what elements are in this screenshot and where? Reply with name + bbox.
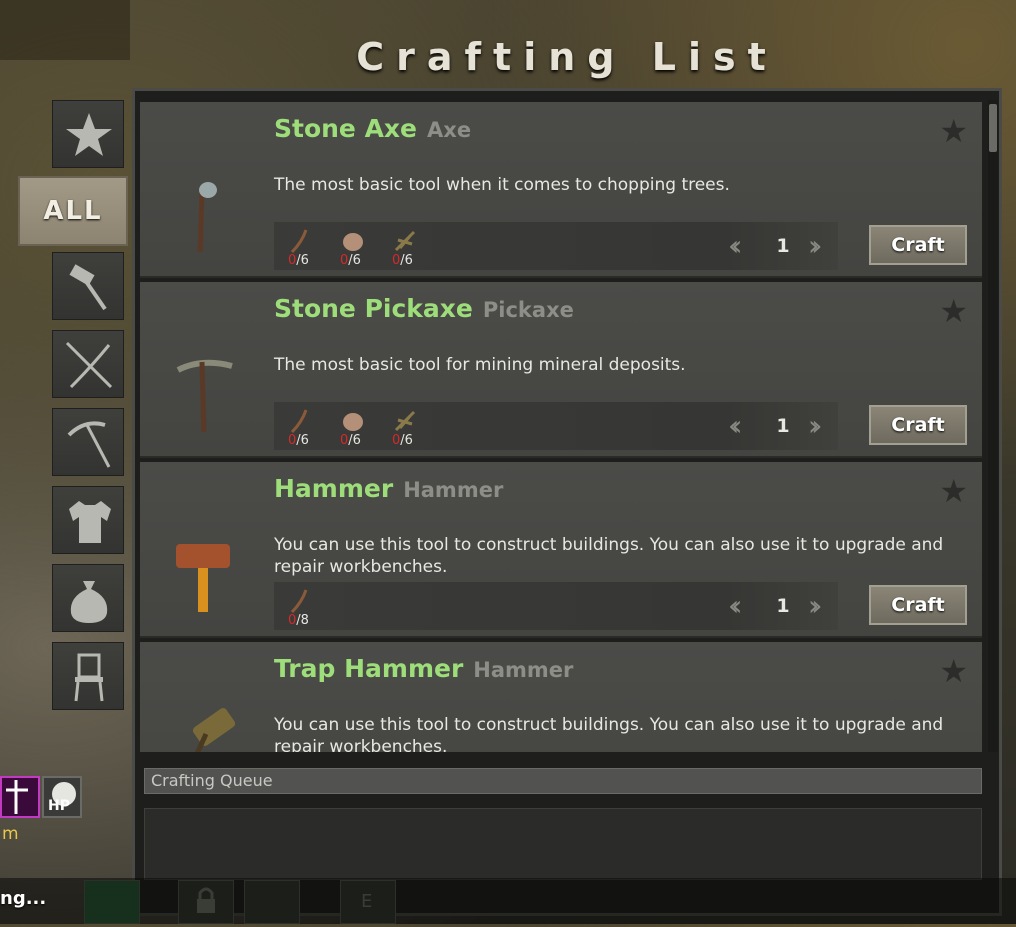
recipe-card-stone-axe[interactable]: Stone Axe Axe ★ The most basic tool when … [140, 102, 982, 278]
swords-icon [65, 341, 113, 389]
chair-icon [74, 653, 104, 702]
branch-icon [290, 409, 308, 434]
lock-icon [197, 887, 215, 913]
recipe-name: Hammer Hammer [274, 474, 504, 503]
material-need-count: /6 [296, 433, 309, 448]
background-scenery [0, 0, 130, 60]
star-icon [66, 113, 112, 156]
stone-pickaxe-icon [176, 359, 233, 432]
fiber-icon [394, 410, 416, 432]
recipe-card-hammer[interactable]: Hammer Hammer ★ You can use this tool to … [140, 462, 982, 638]
branch-icon [290, 589, 308, 614]
favorite-star-icon[interactable]: ★ [939, 472, 968, 510]
material-need-count: /8 [296, 613, 309, 628]
increase-quantity-icon[interactable]: ›› [808, 590, 823, 622]
category-furniture[interactable] [52, 642, 124, 710]
favorite-star-icon[interactable]: ★ [939, 652, 968, 690]
favorite-star-icon[interactable]: ★ [939, 112, 968, 150]
material-need-count: /6 [348, 253, 361, 268]
hotbar-slot[interactable]: E [340, 880, 396, 924]
hotbar-slot[interactable] [84, 880, 140, 924]
hammer-icon [69, 264, 107, 311]
hp-buff-icon: HP [42, 776, 82, 818]
requirements-bar: 0/8 ‹‹ 1 ›› [274, 582, 838, 630]
quantity-value: 1 [776, 415, 790, 437]
decrease-quantity-icon[interactable]: ‹‹ [728, 230, 743, 262]
recipe-card-trap-hammer[interactable]: Trap Hammer Hammer ★ You can use this too… [140, 642, 982, 752]
decrease-quantity-icon[interactable]: ‹‹ [728, 410, 743, 442]
slot-key-label: E [361, 891, 373, 912]
shirt-icon [69, 501, 111, 543]
craft-button[interactable]: Craft [869, 585, 967, 625]
material-fiber: 0/6 [386, 228, 426, 268]
buff-cross-icon [0, 776, 40, 818]
material-need-count: /6 [296, 253, 309, 268]
hotbar-slot-locked[interactable] [178, 880, 234, 924]
material-branch: 0/8 [282, 588, 322, 628]
increase-quantity-icon[interactable]: ›› [808, 410, 823, 442]
recipe-description: The most basic tool when it comes to cho… [274, 175, 730, 195]
recipe-type: Pickaxe [482, 298, 574, 322]
hotbar-slot[interactable] [244, 880, 300, 924]
crafting-queue-area [144, 808, 982, 880]
requirements-bar: 0/6 0/6 0/6 ‹‹ 1 ›› [274, 222, 838, 270]
craft-button[interactable]: Craft [869, 405, 967, 445]
stone-axe-icon [197, 182, 217, 252]
quantity-stepper: ‹‹ 1 ›› [728, 590, 830, 622]
recipe-name: Trap Hammer Hammer [274, 654, 574, 683]
hotbar [0, 878, 1016, 924]
category-storage[interactable] [52, 564, 124, 632]
recipe-card-stone-pickaxe[interactable]: Stone Pickaxe Pickaxe ★ The most basic to… [140, 282, 982, 458]
quantity-value: 1 [776, 235, 790, 257]
hp-label: HP [48, 798, 70, 814]
recipe-name: Stone Axe Axe [274, 114, 472, 143]
material-branch: 0/6 [282, 408, 322, 448]
branch-icon [290, 229, 308, 254]
fiber-icon [394, 230, 416, 252]
hammer-item-icon [176, 544, 230, 612]
loading-text: ng... [0, 888, 47, 909]
material-stone: 0/6 [334, 228, 374, 268]
trap-hammer-icon [192, 708, 236, 752]
category-all[interactable]: ALL [18, 176, 128, 246]
recipe-type: Hammer [403, 478, 504, 502]
quantity-stepper: ‹‹ 1 ›› [728, 230, 830, 262]
recipe-type: Axe [427, 118, 472, 142]
pickaxe-icon [67, 421, 111, 468]
requirements-bar: 0/6 0/6 0/6 ‹‹ 1 ›› [274, 402, 838, 450]
quantity-stepper: ‹‹ 1 ›› [728, 410, 830, 442]
recipe-description: You can use this tool to construct build… [274, 535, 944, 577]
category-tools[interactable] [52, 252, 124, 320]
crafting-queue-header: Crafting Queue [144, 768, 982, 794]
category-weapons[interactable] [52, 330, 124, 398]
favorite-star-icon[interactable]: ★ [939, 292, 968, 330]
category-clothing[interactable] [52, 486, 124, 554]
category-gathering[interactable] [52, 408, 124, 476]
scrollbar-thumb[interactable] [989, 104, 997, 152]
stone-icon [343, 413, 363, 431]
material-need-count: /6 [400, 433, 413, 448]
recipe-description: The most basic tool for mining mineral d… [274, 355, 686, 375]
material-need-count: /6 [348, 433, 361, 448]
recipe-list: Stone Axe Axe ★ The most basic tool when … [140, 100, 982, 752]
recipe-type: Hammer [473, 658, 574, 682]
recipe-description: You can use this tool to construct build… [274, 715, 944, 752]
material-need-count: /6 [400, 253, 413, 268]
quantity-value: 1 [776, 595, 790, 617]
increase-quantity-icon[interactable]: ›› [808, 230, 823, 262]
category-favorites[interactable] [52, 100, 124, 168]
recipe-list-scrollbar[interactable] [988, 100, 998, 752]
material-stone: 0/6 [334, 408, 374, 448]
recipe-name: Stone Pickaxe Pickaxe [274, 294, 574, 323]
bag-icon [70, 581, 108, 623]
craft-button[interactable]: Craft [869, 225, 967, 265]
material-branch: 0/6 [282, 228, 322, 268]
window-title: Crafting List [356, 35, 778, 79]
material-fiber: 0/6 [386, 408, 426, 448]
buff-label: m [2, 824, 19, 844]
stone-icon [343, 233, 363, 251]
decrease-quantity-icon[interactable]: ‹‹ [728, 590, 743, 622]
